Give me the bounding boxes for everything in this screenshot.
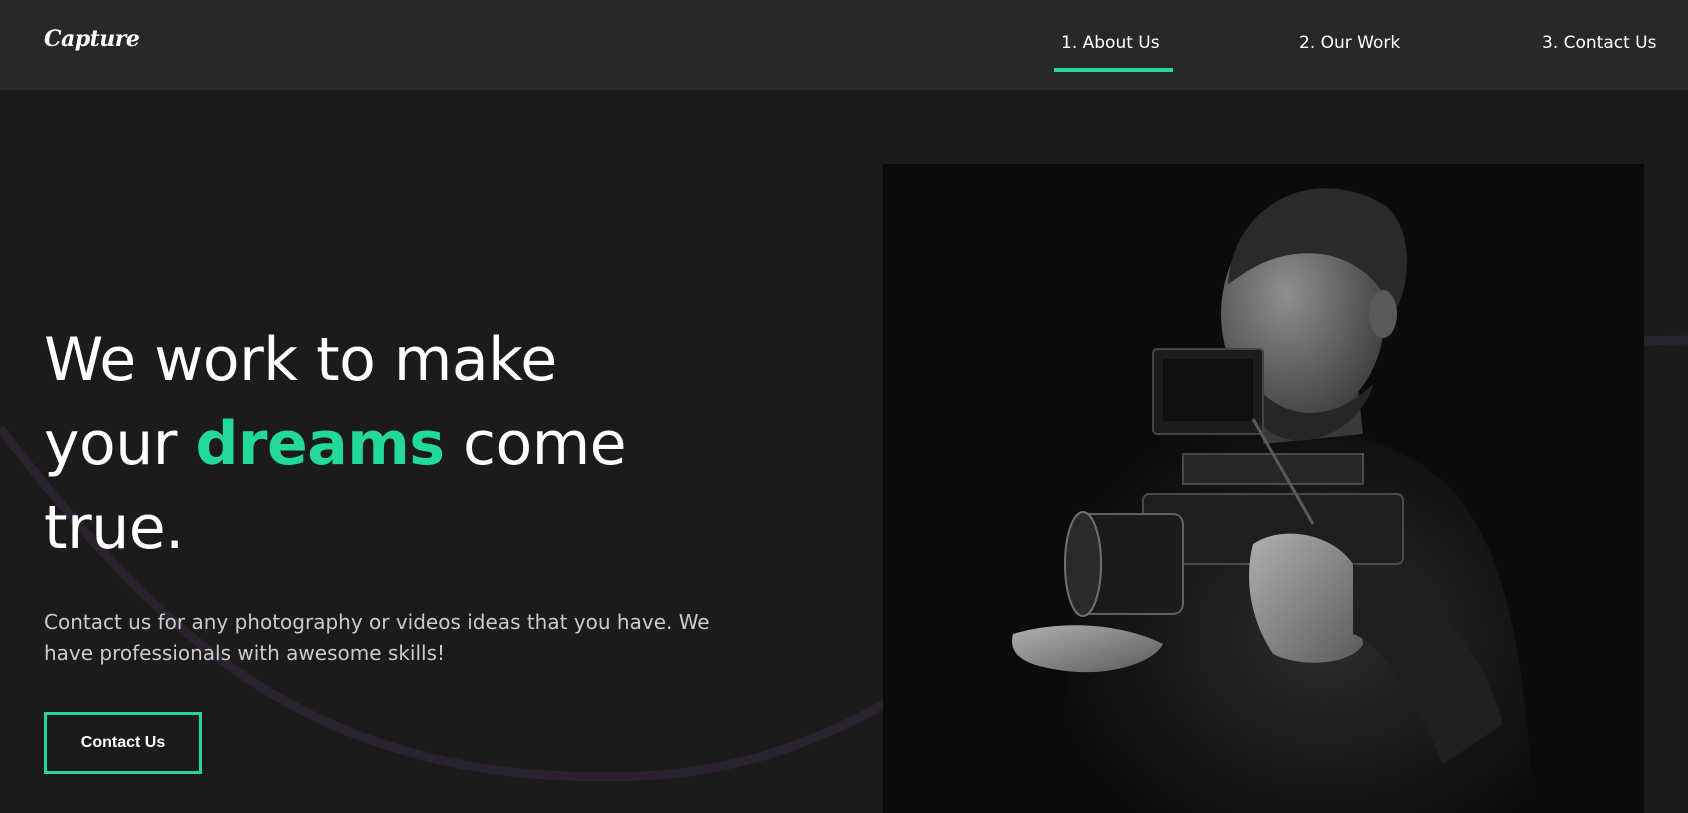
hero-heading-pre: your [44,409,196,479]
navbar: Capture 1. About Us 2. Our Work 3. Conta… [0,0,1688,90]
hero-heading-post: come [444,409,627,479]
photographer-image [883,164,1644,813]
hero-heading-line-1: We work to make [44,325,557,395]
nav-link-contact-us[interactable]: 3. Contact Us [1542,33,1656,53]
nav-link-our-work[interactable]: 2. Our Work [1299,33,1400,53]
contact-us-button[interactable]: Contact Us [44,712,202,774]
hero-heading-line-3: true. [44,493,184,563]
nav-active-indicator [1054,68,1173,72]
hero-heading-line-2: your dreams come [44,402,627,486]
hero-heading: We work to make your dreams come true. [44,318,627,570]
nav-link-about-us[interactable]: 1. About Us [1061,33,1160,53]
hero-heading-highlight: dreams [195,409,445,479]
hero-photo [883,164,1644,813]
logo[interactable]: Capture [44,26,140,52]
hero-description: Contact us for any photography or videos… [44,610,710,665]
